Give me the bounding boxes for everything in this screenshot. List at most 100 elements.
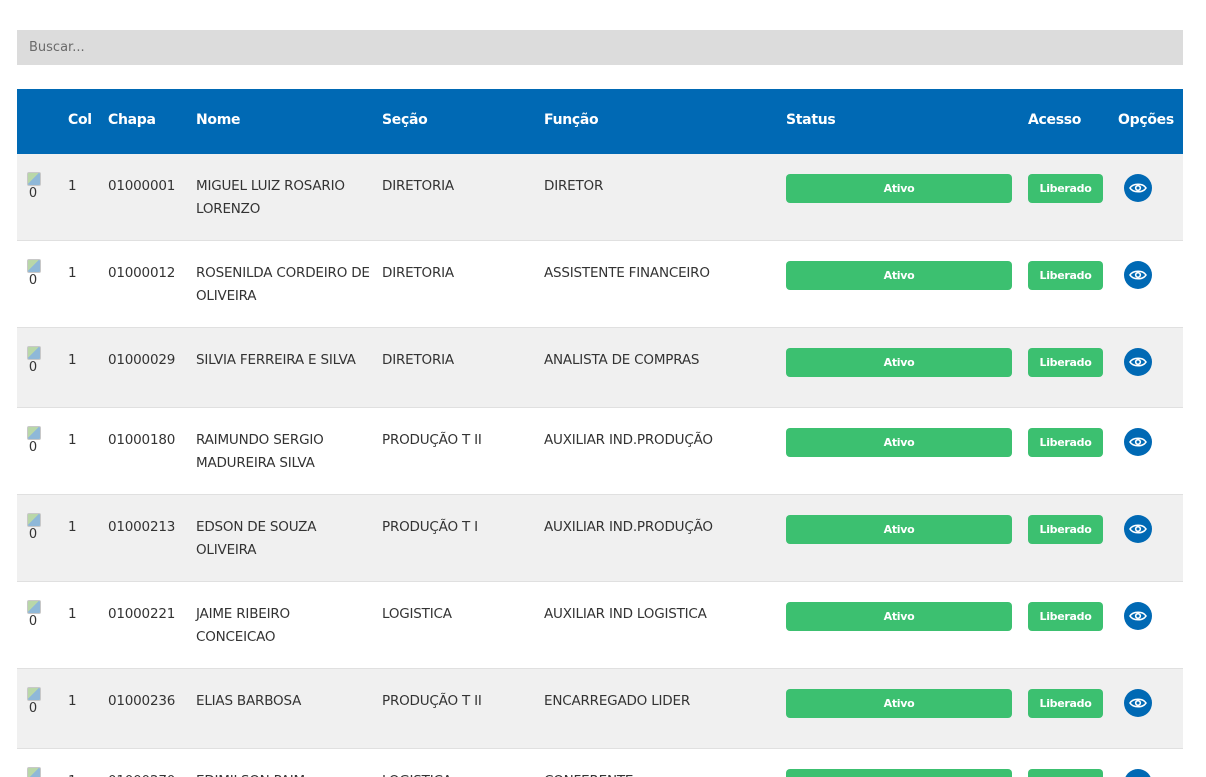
cell-secao: PRODUÇÃO T II	[382, 432, 482, 448]
access-badge[interactable]: Liberado	[1028, 348, 1103, 377]
cell-funcao: AUXILIAR IND.PRODUÇÃO	[544, 432, 713, 448]
cell-nome: RAIMUNDO SERGIO MADUREIRA SILVA	[196, 432, 324, 471]
status-badge[interactable]: Ativo	[786, 769, 1012, 777]
table-row: 0 1 01000180 RAIMUNDO SERGIO MADUREIRA SILV…	[17, 408, 1183, 495]
cell-funcao: AUXILIAR IND LOGISTICA	[544, 606, 707, 622]
view-button[interactable]	[1124, 602, 1152, 630]
broken-image-icon	[27, 346, 41, 360]
status-badge[interactable]: Ativo	[786, 689, 1012, 718]
table-header: Col Chapa Nome Seção Função Status Acess…	[17, 89, 1183, 154]
status-badge[interactable]: Ativo	[786, 602, 1012, 631]
cell-chapa: 01000029	[108, 352, 176, 368]
table-row: 0 1 01000270 EDIMILSON PAIM LOGISTICA CONFERE…	[17, 749, 1183, 777]
cell-chapa: 01000270	[108, 770, 175, 777]
employee-photo: 0	[24, 172, 42, 206]
table-row: 0 1 01000029 SILVIA FERREIRA E SILVA DIRETOR…	[17, 328, 1183, 408]
access-badge[interactable]: Liberado	[1028, 428, 1103, 457]
access-badge[interactable]: Liberado	[1028, 261, 1103, 290]
access-badge[interactable]: Liberado	[1028, 602, 1103, 631]
table-row: 0 1 01000012 ROSENILDA CORDEIRO DE OLIVEIRA…	[17, 241, 1183, 328]
eye-icon	[1129, 523, 1147, 535]
access-badge[interactable]: Liberado	[1028, 174, 1103, 203]
view-button[interactable]	[1124, 428, 1152, 456]
employees-table: Col Chapa Nome Seção Função Status Acess…	[17, 89, 1183, 777]
cell-chapa: 01000180	[108, 432, 176, 448]
eye-icon	[1129, 356, 1147, 368]
cell-nome: EDSON DE SOUZA OLIVEIRA	[196, 519, 317, 558]
broken-image-icon	[27, 767, 41, 777]
cell-col: 1	[68, 519, 77, 535]
employee-photo: 0	[24, 687, 42, 721]
view-button[interactable]	[1124, 348, 1152, 376]
cell-chapa: 01000012	[108, 265, 176, 281]
broken-image-icon	[27, 687, 41, 701]
access-badge[interactable]: Liberado	[1028, 689, 1103, 718]
view-button[interactable]	[1124, 174, 1152, 202]
cell-chapa: 01000213	[108, 519, 176, 535]
broken-image-icon	[27, 600, 41, 614]
header-opcoes: Opções	[1118, 112, 1174, 128]
header-acesso[interactable]: Acesso	[1028, 89, 1081, 154]
cell-secao: PRODUÇÃO T II	[382, 693, 482, 709]
cell-secao: LOGISTICA	[382, 606, 452, 622]
cell-nome: ROSENILDA CORDEIRO DE OLIVEIRA	[196, 265, 370, 304]
photo-alt-text: 0	[28, 701, 38, 716]
header-chapa[interactable]: Chapa	[108, 89, 156, 154]
header-col[interactable]: Col	[68, 89, 92, 154]
access-badge[interactable]: Liberado	[1028, 515, 1103, 544]
table-row: 0 1 01000221 JAIME RIBEIRO CONCEICAO LOGISTI…	[17, 582, 1183, 669]
access-badge[interactable]: Liberado	[1028, 769, 1103, 777]
photo-alt-text: 0	[28, 440, 38, 455]
photo-alt-text: 0	[28, 614, 38, 629]
cell-col: 1	[68, 693, 77, 709]
cell-funcao: ENCARREGADO LIDER	[544, 693, 690, 709]
cell-col: 1	[68, 606, 77, 622]
view-button[interactable]	[1124, 769, 1152, 777]
table-row: 0 1 01000236 ELIAS BARBOSA PRODUÇÃO T II ENCA…	[17, 669, 1183, 749]
view-button[interactable]	[1124, 689, 1152, 717]
eye-icon	[1129, 697, 1147, 709]
cell-secao: DIRETORIA	[382, 352, 454, 368]
cell-secao: DIRETORIA	[382, 178, 454, 194]
broken-image-icon	[27, 426, 41, 440]
cell-chapa: 01000221	[108, 606, 176, 622]
status-badge[interactable]: Ativo	[786, 428, 1012, 457]
table-row: 0 1 01000213 EDSON DE SOUZA OLIVEIRA PRODUÇÃ…	[17, 495, 1183, 582]
status-badge[interactable]: Ativo	[786, 261, 1012, 290]
cell-nome: MIGUEL LUIZ ROSARIO LORENZO	[196, 178, 345, 217]
eye-icon	[1129, 436, 1147, 448]
broken-image-icon	[27, 259, 41, 273]
cell-funcao: AUXILIAR IND.PRODUÇÃO	[544, 519, 713, 535]
employee-photo: 0	[24, 346, 42, 380]
table-body: 0 1 01000001 MIGUEL LUIZ ROSARIO LORENZO DIR…	[17, 154, 1183, 777]
employee-photo: 0	[24, 767, 42, 777]
status-badge[interactable]: Ativo	[786, 348, 1012, 377]
status-badge[interactable]: Ativo	[786, 515, 1012, 544]
header-secao[interactable]: Seção	[382, 89, 428, 154]
header-nome[interactable]: Nome	[196, 89, 241, 154]
photo-alt-text: 0	[28, 273, 38, 288]
employee-photo: 0	[24, 600, 42, 634]
broken-image-icon	[27, 172, 41, 186]
cell-funcao: DIRETOR	[544, 178, 604, 194]
view-button[interactable]	[1124, 515, 1152, 543]
photo-alt-text: 0	[28, 527, 38, 542]
eye-icon	[1129, 182, 1147, 194]
cell-nome: JAIME RIBEIRO CONCEICAO	[196, 606, 290, 645]
header-funcao[interactable]: Função	[544, 89, 599, 154]
cell-secao: PRODUÇÃO T I	[382, 519, 478, 535]
eye-icon	[1129, 269, 1147, 281]
broken-image-icon	[27, 513, 41, 527]
header-status[interactable]: Status	[786, 89, 836, 154]
cell-chapa: 01000001	[108, 178, 176, 194]
photo-alt-text: 0	[28, 360, 38, 375]
employee-photo: 0	[24, 259, 42, 293]
cell-funcao: ANALISTA DE COMPRAS	[544, 352, 700, 368]
cell-funcao: CONFERENTE	[544, 770, 779, 777]
view-button[interactable]	[1124, 261, 1152, 289]
photo-alt-text: 0	[28, 186, 38, 201]
search-input[interactable]	[17, 30, 1183, 65]
cell-funcao: ASSISTENTE FINANCEIRO	[544, 265, 710, 281]
cell-secao: LOGISTICA	[382, 770, 532, 777]
status-badge[interactable]: Ativo	[786, 174, 1012, 203]
